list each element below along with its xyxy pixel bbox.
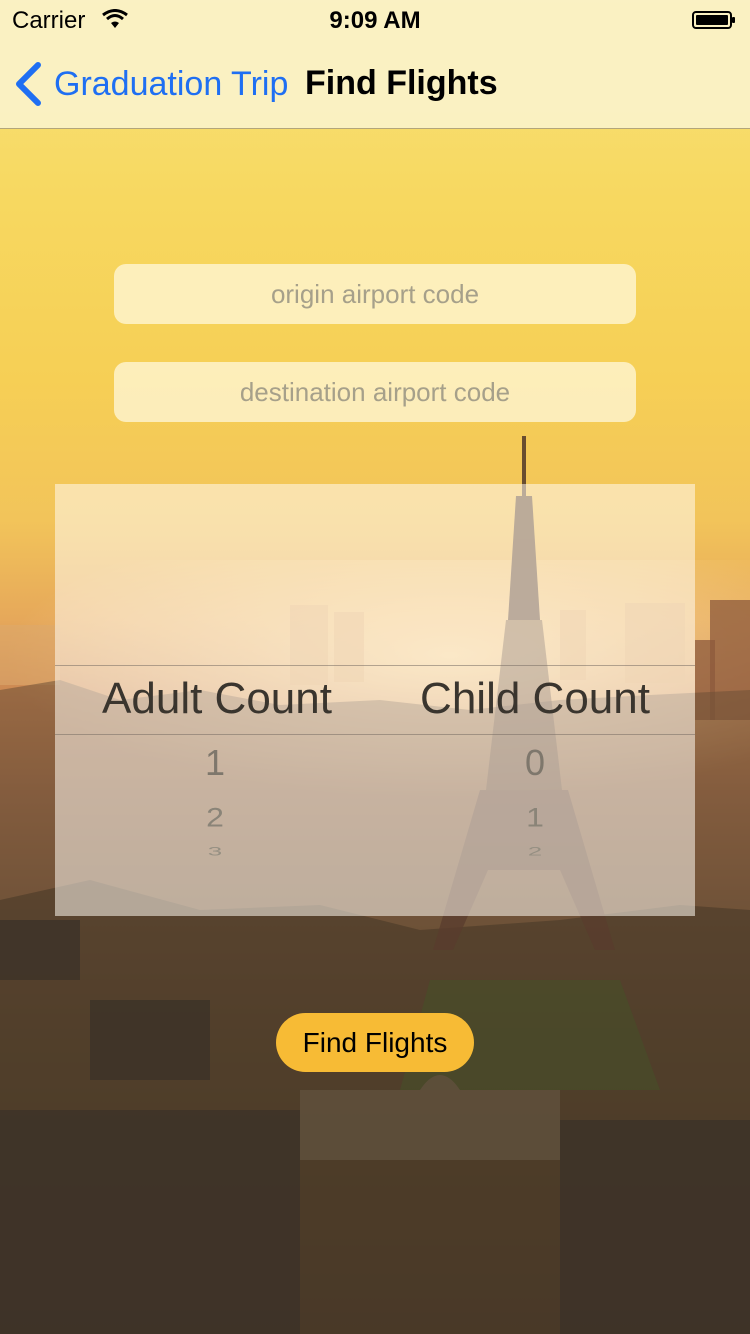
- adult-count-wheel[interactable]: Adult Count 1 2 3: [55, 484, 375, 916]
- battery-icon: [692, 11, 735, 29]
- status-bar: Carrier 9:09 AM: [0, 0, 750, 40]
- passenger-count-picker[interactable]: Adult Count 1 2 3 Child Count 0 1 2: [55, 484, 695, 916]
- adult-option[interactable]: 2: [55, 802, 375, 833]
- clock: 9:09 AM: [329, 7, 421, 34]
- adult-option[interactable]: 3: [55, 845, 375, 859]
- find-flights-screen: Graduation Trip Find Flights Carrier 9:0…: [0, 0, 750, 1334]
- origin-airport-input[interactable]: [114, 264, 636, 324]
- child-option[interactable]: 2: [375, 845, 695, 859]
- adult-option[interactable]: 1: [55, 742, 375, 784]
- adult-count-selected: Adult Count: [102, 674, 332, 723]
- page-title: Find Flights: [305, 64, 498, 102]
- destination-airport-input[interactable]: [114, 362, 636, 422]
- back-button[interactable]: Graduation Trip: [14, 60, 288, 108]
- chevron-left-icon: [16, 62, 41, 106]
- child-count-wheel[interactable]: Child Count 0 1 2: [375, 484, 695, 916]
- child-option[interactable]: 1: [375, 802, 695, 833]
- child-count-selected: Child Count: [420, 674, 650, 723]
- back-button-label: Graduation Trip: [54, 64, 289, 103]
- find-flights-button[interactable]: Find Flights: [276, 1013, 474, 1072]
- child-option[interactable]: 0: [375, 742, 695, 784]
